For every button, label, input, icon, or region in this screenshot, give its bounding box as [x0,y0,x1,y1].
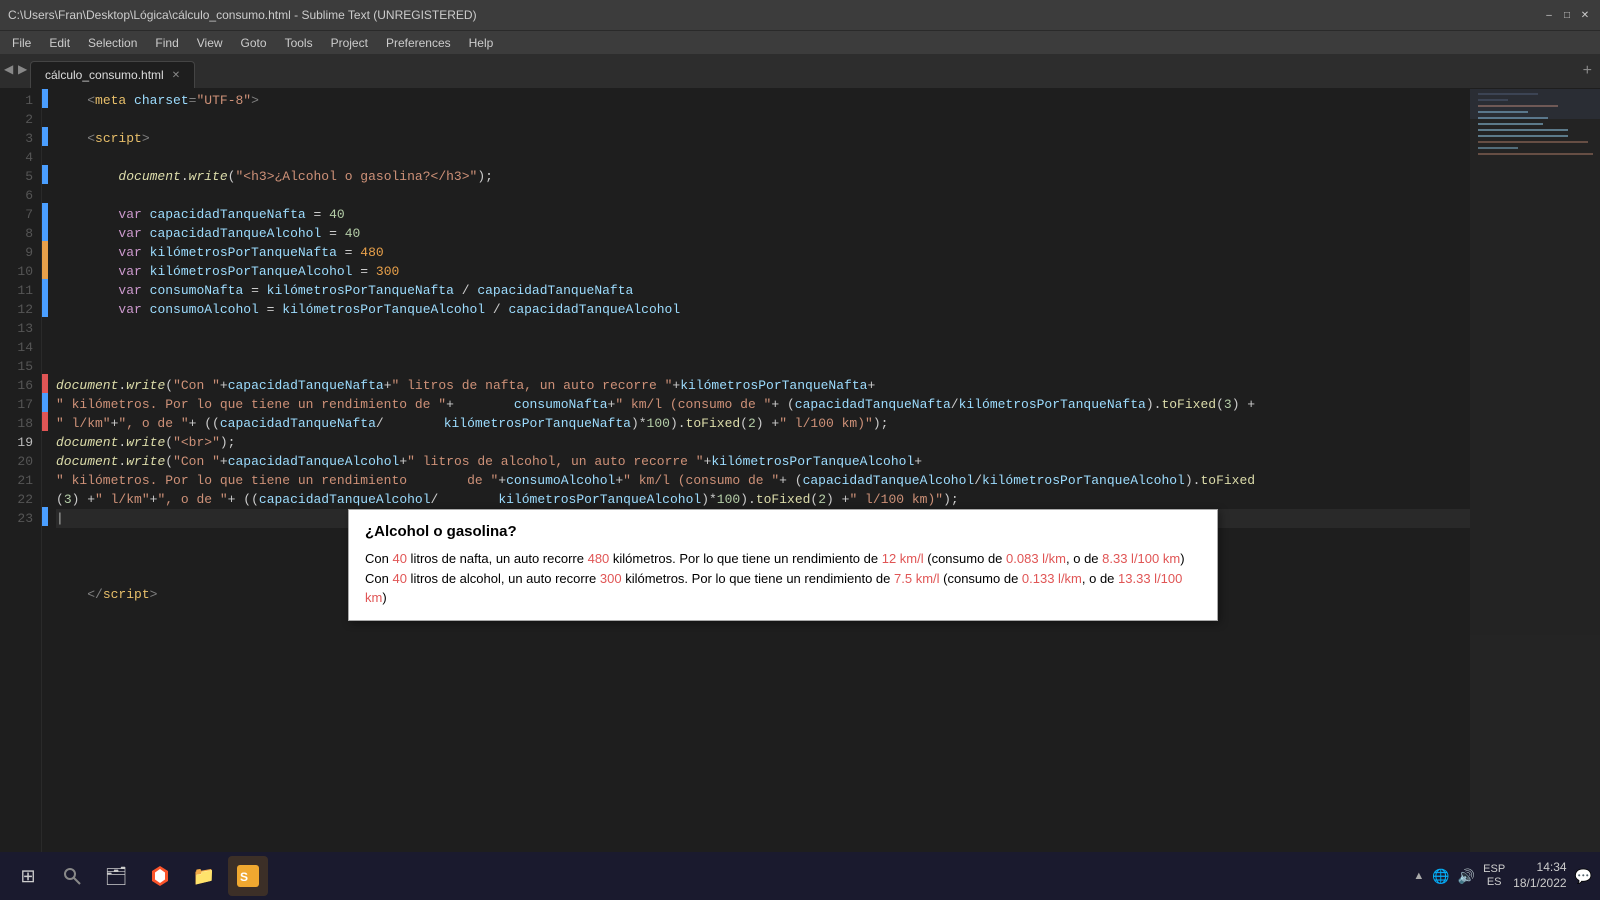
taskbar-filemanager[interactable]: 📁 [184,856,224,896]
line-num-8: 8 [0,224,33,243]
line-num-9: 9 [0,243,33,262]
code-line-15 [56,357,1470,376]
line-num-6: 6 [0,186,33,205]
tab-label: cálculo_consumo.html [45,68,164,82]
taskbar-chevron-up[interactable]: ▲ [1413,870,1424,882]
code-line-17: document.write("<br>"); [56,433,1470,452]
tab-nav-left[interactable]: ◀ [4,62,13,76]
sublime-icon: S [237,865,259,887]
close-button[interactable]: ✕ [1578,8,1592,22]
menu-preferences[interactable]: Preferences [378,34,459,52]
line-num-19: 19 [0,433,33,452]
taskbar-browser[interactable] [140,856,180,896]
line-num-3: 3 [0,129,33,148]
preview-line-1: Con 40 litros de nafta, un auto recorre … [365,549,1201,569]
code-line-13 [56,319,1470,338]
preview-title: ¿Alcohol o gasolina? [365,522,1201,541]
menu-selection[interactable]: Selection [80,34,145,52]
tab-add-button[interactable]: + [1583,62,1592,80]
line-num-18: 18 [0,414,33,433]
menu-tools[interactable]: Tools [277,34,321,52]
menu-help[interactable]: Help [461,34,502,52]
taskbar-search[interactable] [52,856,92,896]
line-num-14: 14 [0,338,33,357]
tab-close-icon[interactable]: ✕ [172,70,180,81]
menu-bar: File Edit Selection Find View Goto Tools… [0,30,1600,54]
line-num-7: 7 [0,205,33,224]
tab-nav-right[interactable]: ▶ [18,62,27,76]
title-bar-controls[interactable]: – □ ✕ [1542,8,1592,22]
minimize-button[interactable]: – [1542,8,1556,22]
code-line-18: document.write("Con " + capacidadTanqueA… [56,452,1256,509]
taskbar-date: 18/1/2022 [1513,876,1566,892]
line-num-1: 1 [0,91,33,110]
title-bar: C:\Users\Fran\Desktop\Lógica\cálculo_con… [0,0,1600,30]
menu-file[interactable]: File [4,34,39,52]
title-bar-left: C:\Users\Fran\Desktop\Lógica\cálculo_con… [8,8,477,22]
taskbar-right: ▲ 🌐 🔊 ESPES 14:34 18/1/2022 💬 [1413,860,1592,891]
code-line-3: <script> [56,129,1470,148]
code-area[interactable]: <meta charset="UTF-8"> <script> document… [48,89,1470,872]
line-num-20: 20 [0,452,33,471]
menu-project[interactable]: Project [323,34,376,52]
search-icon [62,866,82,886]
brave-icon [148,864,172,888]
menu-goto[interactable]: Goto [233,34,275,52]
line-num-23: 23 [0,509,33,528]
title-bar-title: C:\Users\Fran\Desktop\Lógica\cálculo_con… [8,8,477,22]
taskbar-time: 14:34 [1513,860,1566,876]
menu-edit[interactable]: Edit [41,34,78,52]
line-num-15: 15 [0,357,33,376]
taskbar: ⊞ 🗂 📁 S ▲ 🌐 🔊 ESPES 14:34 18/1/2022 💬 [0,852,1600,900]
menu-view[interactable]: View [189,34,231,52]
preview-line-2: Con 40 litros de alcohol, un auto recorr… [365,569,1201,608]
code-line-11: var consumoNafta = kilómetrosPorTanqueNa… [56,281,1470,300]
code-line-6 [56,186,1470,205]
preview-popup: ¿Alcohol o gasolina? Con 40 litros de na… [348,509,1218,621]
minimap[interactable] [1470,89,1600,872]
line-num-16: 16 [0,376,33,395]
code-line-1: <meta charset="UTF-8"> [56,91,1470,110]
line-num-11: 11 [0,281,33,300]
taskbar-files[interactable]: 🗂 [96,856,136,896]
line-num-5: 5 [0,167,33,186]
code-line-4 [56,148,1470,167]
code-line-16: document.write("Con " + capacidadTanqueN… [56,376,1256,433]
line-num-17: 17 [0,395,33,414]
taskbar-volume-icon: 🔊 [1458,868,1475,885]
line-num-10: 10 [0,262,33,281]
line-num-21: 21 [0,471,33,490]
maximize-button[interactable]: □ [1560,8,1574,22]
line-numbers: 1 2 3 4 5 6 7 8 9 10 11 12 13 14 15 16 1… [0,89,42,872]
taskbar-notification-icon[interactable]: 💬 [1575,868,1592,885]
line-num-13: 13 [0,319,33,338]
code-line-7: var capacidadTanqueNafta = 40 [56,205,1470,224]
taskbar-start[interactable]: ⊞ [8,856,48,896]
line-num-12: 12 [0,300,33,319]
code-line-10: var kilómetrosPorTanqueAlcohol = 300 [56,262,1470,281]
menu-find[interactable]: Find [147,34,186,52]
taskbar-sublime[interactable]: S [228,856,268,896]
editor-container: 1 2 3 4 5 6 7 8 9 10 11 12 13 14 15 16 1… [0,89,1600,872]
code-line-9: var kilómetrosPorTanqueNafta = 480 [56,243,1470,262]
code-line-5: document.write("<h3>¿Alcohol o gasolina?… [56,167,1470,186]
code-line-2 [56,110,1470,129]
code-line-12: var consumoAlcohol = kilómetrosPorTanque… [56,300,1470,319]
line-num-4: 4 [0,148,33,167]
taskbar-lang[interactable]: ESPES [1483,863,1505,889]
tab-bar: ◀ ▶ cálculo_consumo.html ✕ + [0,54,1600,89]
svg-text:S: S [240,870,248,884]
line-num-22: 22 [0,490,33,509]
minimap-visual [1470,89,1600,589]
line-num-2: 2 [0,110,33,129]
code-line-8: var capacidadTanqueAlcohol = 40 [56,224,1470,243]
taskbar-network-icon: 🌐 [1432,868,1449,885]
tab-file[interactable]: cálculo_consumo.html ✕ [30,61,195,88]
code-line-14 [56,338,1470,357]
taskbar-clock: 14:34 18/1/2022 [1513,860,1566,891]
